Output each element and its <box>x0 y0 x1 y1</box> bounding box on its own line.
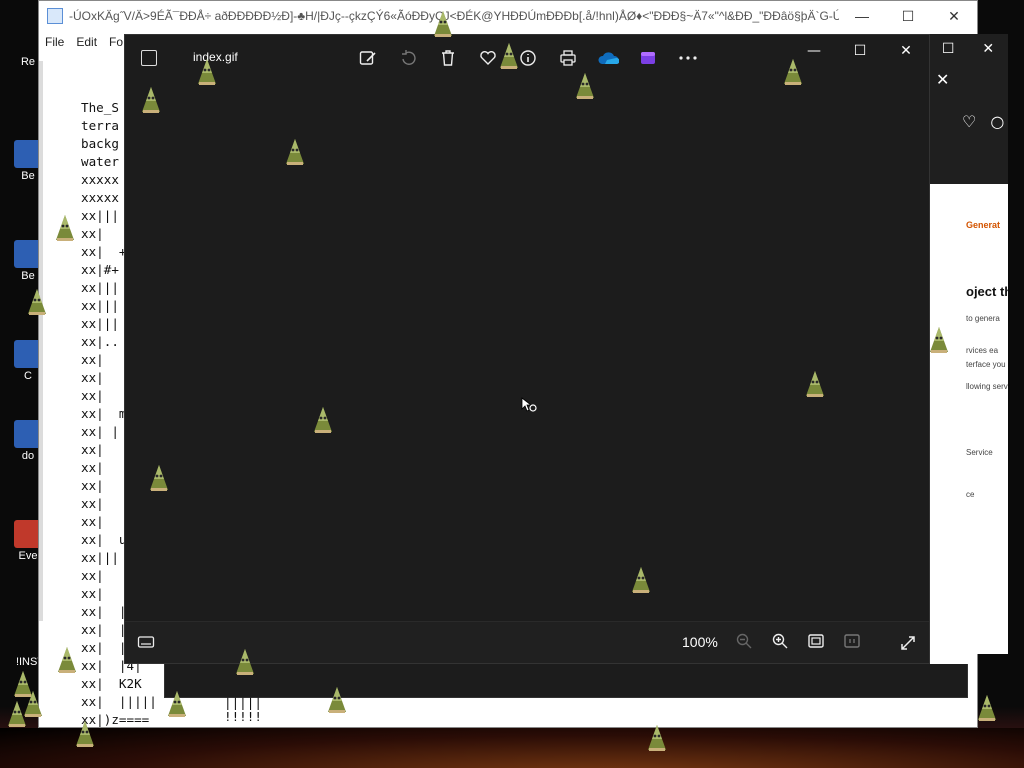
tree-sprite-icon <box>784 59 802 85</box>
info-icon[interactable] <box>517 47 539 69</box>
tree-sprite-icon <box>142 87 160 113</box>
tree-sprite-icon <box>328 687 346 713</box>
zoom-level: 100% <box>682 634 718 650</box>
text-line: !!!!! <box>224 709 262 724</box>
filmstrip-icon[interactable] <box>137 634 155 654</box>
fit-to-window-icon[interactable] <box>807 632 825 654</box>
delete-icon[interactable] <box>437 47 459 69</box>
edit-image-icon[interactable] <box>357 47 379 69</box>
tree-sprite-icon <box>236 649 254 675</box>
desktop-icon-label: Eve <box>18 550 38 562</box>
photos-viewer-window: index.gif — ☐ ✕ 100% <box>124 34 930 664</box>
image-canvas[interactable] <box>125 81 929 623</box>
tree-sprite-icon <box>314 407 332 433</box>
page-text: Service <box>966 448 993 457</box>
page-text: llowing serv <box>966 382 1008 391</box>
clipchamp-icon[interactable] <box>637 47 659 69</box>
tree-sprite-icon <box>56 215 74 241</box>
tree-sprite-icon <box>198 59 216 85</box>
menu-edit[interactable]: Edit <box>76 35 97 49</box>
print-icon[interactable] <box>557 47 579 69</box>
zoom-in-icon[interactable] <box>771 632 789 654</box>
tree-sprite-icon <box>648 725 666 751</box>
notepad-titlebar[interactable]: -ÚOxKÄg˝V/Ä>9ÉÃ¯ÐÐÅ÷ aðÐÐÐÐÐ½Ð]-♣H/|ÐJç-… <box>39 1 977 31</box>
tree-sprite-icon <box>978 695 996 721</box>
photos-toolbar <box>357 47 699 69</box>
minimize-button[interactable]: — <box>839 8 885 25</box>
page-tab[interactable]: Generat <box>966 220 1000 230</box>
text-line: xx| ||||| <box>81 694 157 709</box>
maximize-button[interactable]: ☐ <box>837 37 883 65</box>
notepad-window-controls: — ☐ ✕ <box>839 8 977 25</box>
photos-window-controls: — ☐ ✕ <box>791 37 929 65</box>
tree-sprite-icon <box>434 11 452 37</box>
rotate-icon[interactable] <box>397 47 419 69</box>
tree-sprite-icon <box>576 73 594 99</box>
desktop-icon-label: Re <box>20 56 36 68</box>
page-text: terface you <box>966 360 1006 369</box>
tree-sprite-icon <box>28 289 46 315</box>
actual-size-icon[interactable] <box>843 632 861 654</box>
page-text: ce <box>966 490 975 499</box>
browser-close-button[interactable]: ✕ <box>982 41 994 57</box>
desktop-icon-label: Be <box>21 170 35 182</box>
browser-maximize-button[interactable]: ☐ <box>942 41 955 57</box>
favorite-heart-icon[interactable] <box>477 47 499 69</box>
page-text: rvices ea <box>966 346 999 355</box>
desktop-icon-label: do <box>21 450 35 462</box>
loading-cursor-icon <box>521 397 537 417</box>
menu-file[interactable]: File <box>45 35 64 49</box>
tree-sprite-icon <box>286 139 304 165</box>
tree-sprite-icon <box>168 691 186 717</box>
tree-sprite-icon <box>76 721 94 747</box>
maximize-button[interactable]: ☐ <box>885 8 931 25</box>
tree-sprite-icon <box>806 371 824 397</box>
browser-toolbar-icons: ♡○ <box>962 112 1018 131</box>
notepad-icon <box>47 8 63 24</box>
onedrive-cloud-icon[interactable] <box>597 47 619 69</box>
behind-window-edge <box>164 664 968 698</box>
notepad-gutter <box>39 61 43 621</box>
tree-sprite-icon <box>150 465 168 491</box>
text-line: xx| K2K <box>81 676 142 691</box>
more-options-icon[interactable] <box>677 47 699 69</box>
notepad-text-fragment: ||||| !!!!! <box>224 696 262 724</box>
settings-icon[interactable]: ○ <box>990 112 1018 131</box>
page-text: to genera <box>966 314 1000 323</box>
tree-sprite-icon <box>632 567 650 593</box>
close-button[interactable]: ✕ <box>931 8 977 25</box>
tree-sprite-icon <box>930 327 948 353</box>
tree-sprite-icon <box>500 43 518 69</box>
desktop-icon-label: Be <box>21 270 35 282</box>
tree-sprite-icon <box>8 701 26 727</box>
fullscreen-icon[interactable] <box>899 634 917 656</box>
tree-sprite-icon <box>58 647 76 673</box>
desktop-icon-label: C <box>24 370 32 382</box>
notepad-title: -ÚOxKÄg˝V/Ä>9ÉÃ¯ÐÐÅ÷ aðÐÐÐÐÐ½Ð]-♣H/|ÐJç-… <box>69 9 839 23</box>
close-button[interactable]: ✕ <box>883 37 929 65</box>
panel-close-icon[interactable]: ✕ <box>936 70 949 89</box>
zoom-out-icon[interactable] <box>735 632 753 654</box>
wallpaper-art <box>0 728 1024 768</box>
heart-icon[interactable]: ♡ <box>962 112 990 131</box>
zoom-controls <box>735 632 861 654</box>
image-icon[interactable] <box>141 50 157 66</box>
menu-format[interactable]: Fo <box>109 35 123 49</box>
text-line: ||||| <box>224 695 262 710</box>
browser-page-content: Generat oject th to genera rvices ea ter… <box>966 186 1008 586</box>
browser-titlebar: ☐ ✕ <box>928 34 1008 64</box>
page-heading: oject th <box>966 284 1008 299</box>
